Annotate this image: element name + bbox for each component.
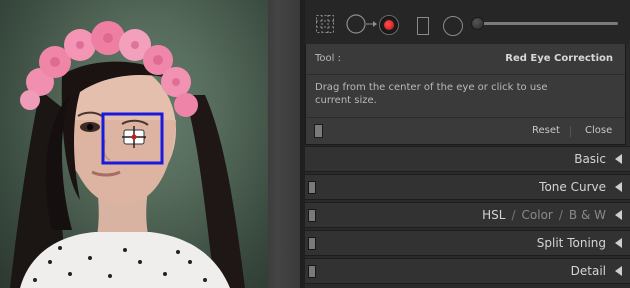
section-detail[interactable]: Detail	[305, 258, 630, 284]
tool-header-row: Tool : Red Eye Correction	[306, 44, 625, 75]
adjustment-brush-slider[interactable]	[471, 17, 618, 30]
reset-button[interactable]: Reset	[532, 125, 560, 136]
close-button[interactable]: Close	[585, 125, 612, 136]
section-title-basic: Basic	[574, 152, 606, 166]
tool-footer: Reset Close	[306, 117, 625, 144]
section-split-toning[interactable]: Split Toning	[305, 230, 630, 256]
button-separator	[570, 126, 571, 137]
collapse-arrow-icon[interactable]	[615, 210, 622, 220]
red-eye-tool-options: Tool : Red Eye Correction Drag from the …	[305, 44, 626, 145]
section-toggle[interactable]	[308, 209, 316, 222]
section-basic[interactable]: Basic	[305, 146, 630, 172]
portrait-image	[10, 21, 245, 288]
crop-overlay-icon[interactable]	[315, 14, 335, 34]
collapse-arrow-icon[interactable]	[615, 154, 622, 164]
section-title-tone-curve: Tone Curve	[539, 180, 606, 194]
radial-filter-icon[interactable]	[443, 16, 463, 36]
hsl-tab[interactable]: HSL	[482, 208, 505, 222]
section-hsl[interactable]: HSL / Color / B & W	[305, 202, 630, 228]
color-tab[interactable]: Color	[522, 208, 553, 222]
tool-name: Red Eye Correction	[505, 53, 613, 64]
section-toggle[interactable]	[308, 237, 316, 250]
section-title-split-toning: Split Toning	[536, 236, 606, 250]
collapse-arrow-icon[interactable]	[615, 238, 622, 248]
red-eye-dot	[384, 20, 394, 30]
section-tone-curve[interactable]: Tone Curve	[305, 174, 630, 200]
bw-tab[interactable]: B & W	[569, 208, 606, 222]
tool-instructions: Drag from the center of the eye or click…	[315, 82, 548, 106]
slider-knob[interactable]	[471, 17, 484, 30]
collapse-arrow-icon[interactable]	[615, 182, 622, 192]
develop-right-panel: Tool : Red Eye Correction Drag from the …	[300, 0, 630, 288]
section-title-hsl: HSL / Color / B & W	[482, 208, 606, 222]
collapse-arrow-icon[interactable]	[615, 266, 622, 276]
photo-canvas[interactable]	[0, 0, 268, 288]
red-eye-correction-icon[interactable]	[379, 15, 399, 35]
tool-label: Tool :	[315, 53, 341, 64]
section-title-detail: Detail	[570, 264, 606, 278]
hsl-separator: /	[558, 208, 563, 222]
tool-enable-toggle[interactable]	[314, 124, 323, 138]
section-toggle[interactable]	[308, 265, 316, 278]
spot-removal-icon[interactable]	[346, 13, 380, 35]
graduated-filter-icon[interactable]	[417, 17, 429, 35]
hsl-separator: /	[511, 208, 516, 222]
tool-strip	[305, 0, 630, 44]
section-toggle[interactable]	[308, 181, 316, 194]
panel-divider	[268, 0, 300, 288]
